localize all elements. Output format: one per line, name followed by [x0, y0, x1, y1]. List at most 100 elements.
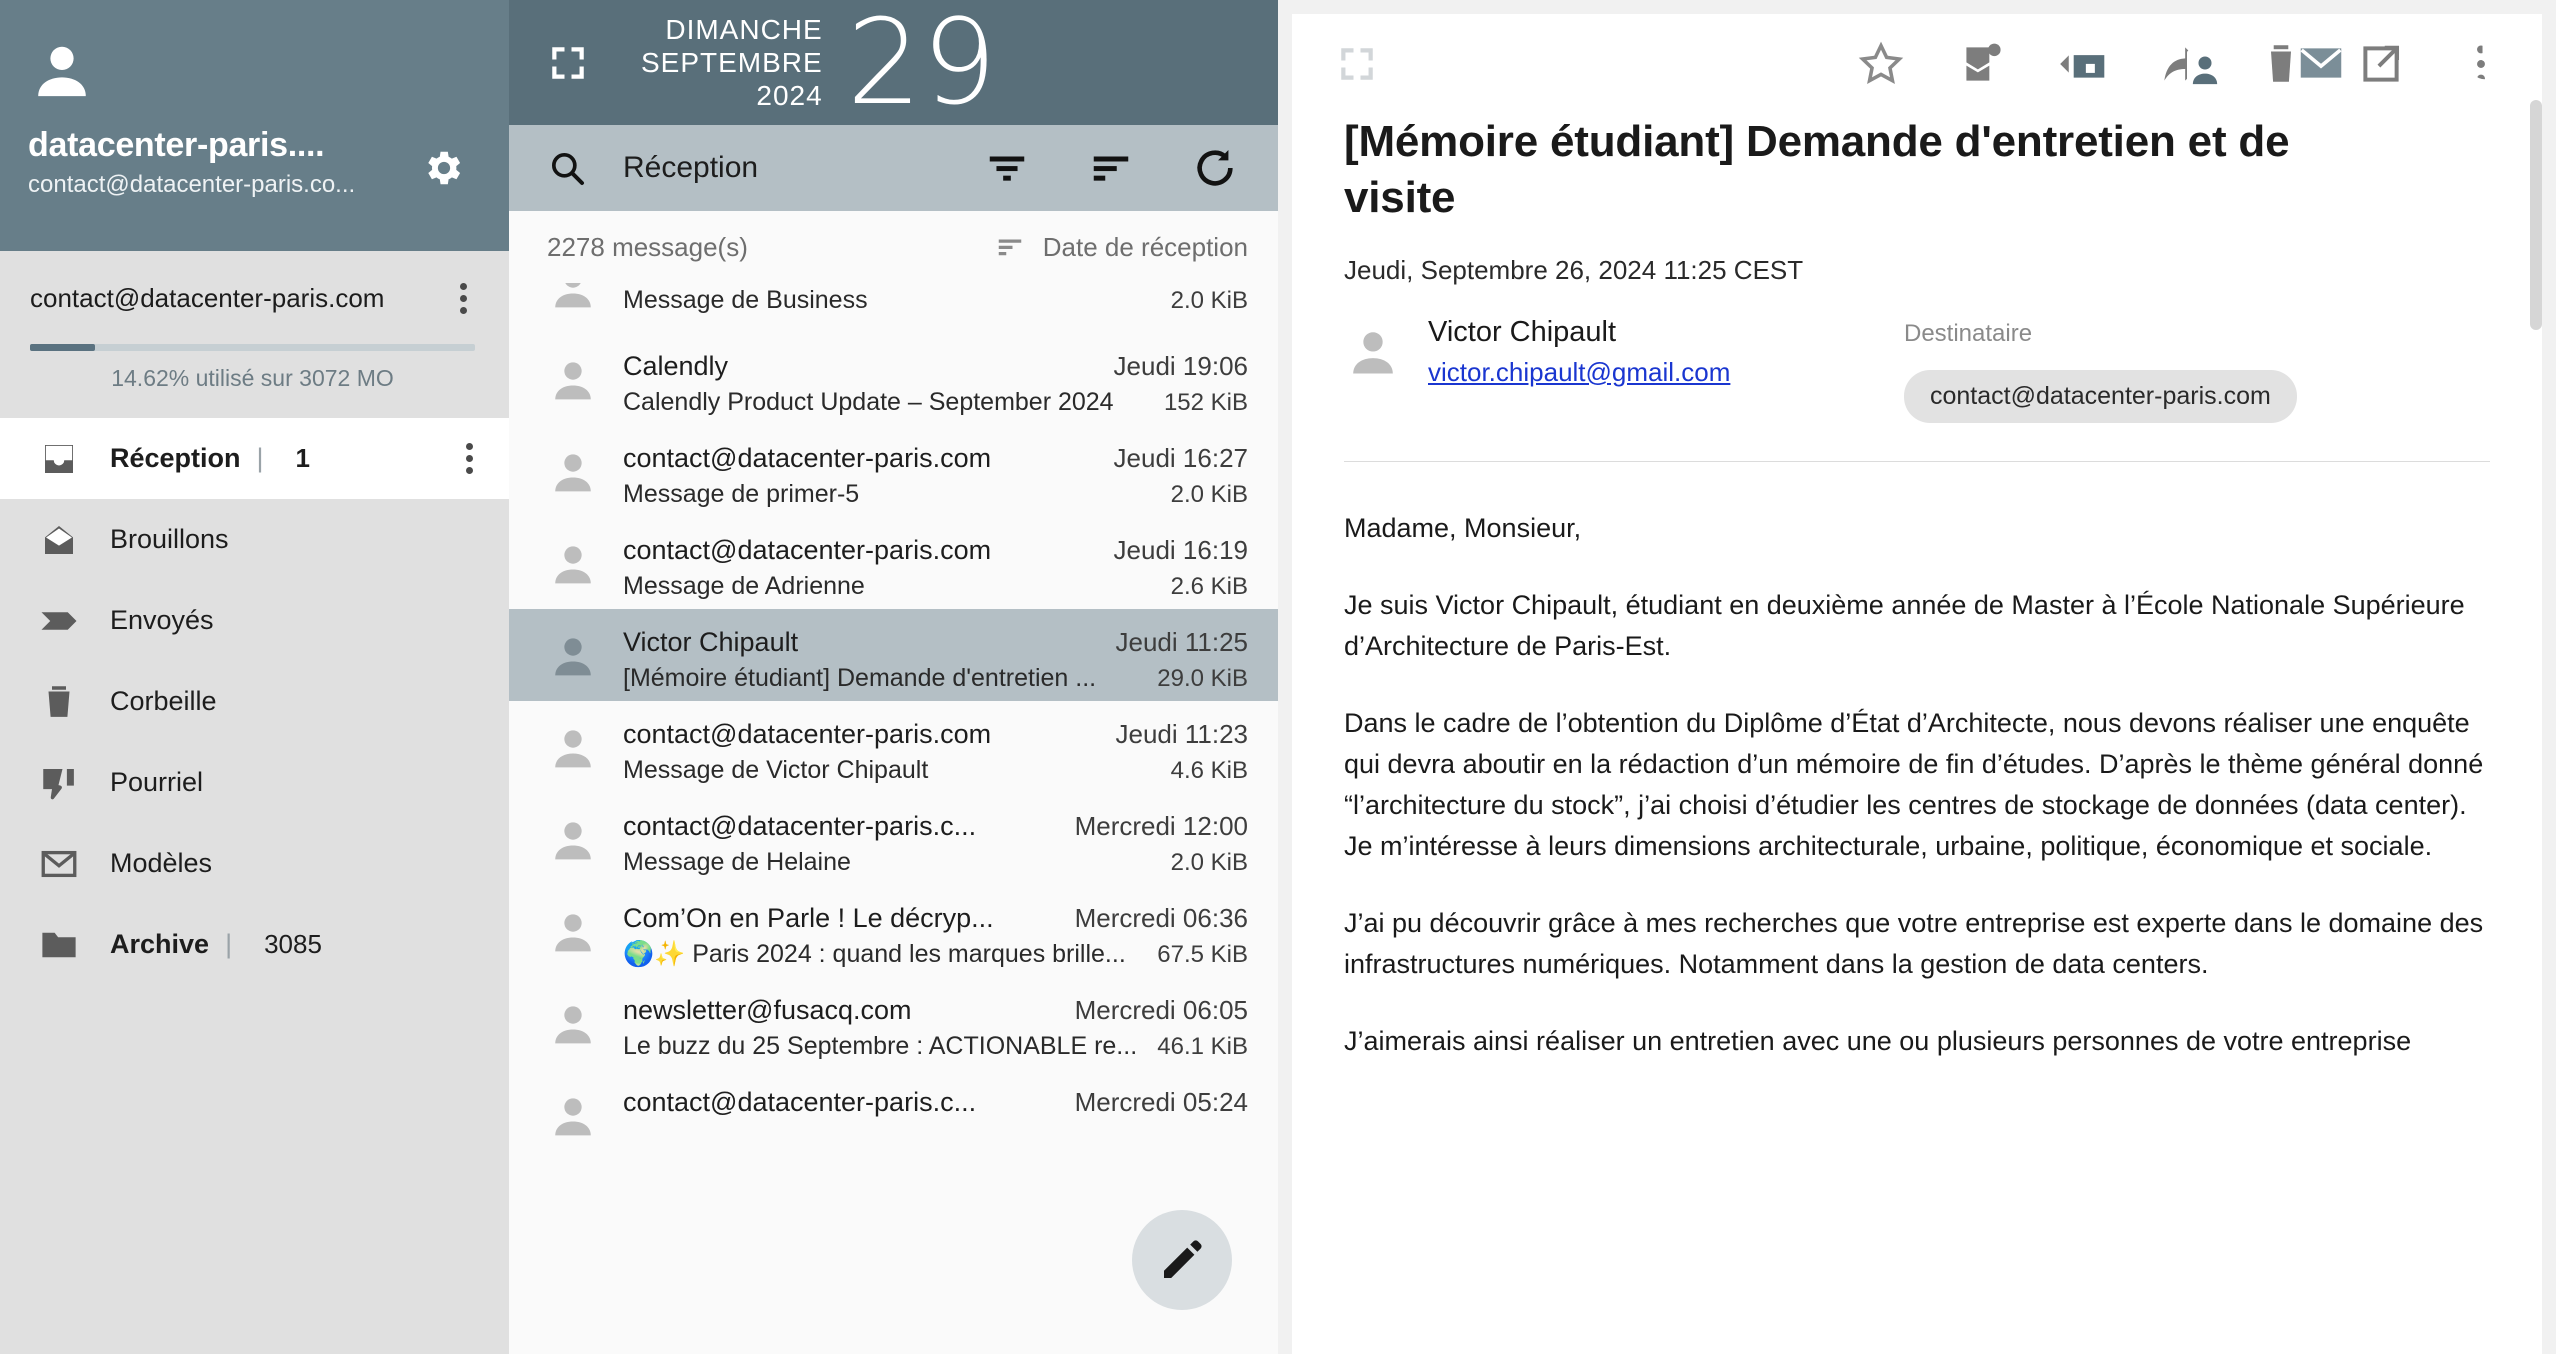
kebab-menu-icon[interactable] — [451, 277, 475, 320]
inbox-icon — [38, 438, 80, 480]
power-icon[interactable] — [2458, 36, 2512, 90]
message-list[interactable]: Message de Business 2.0 KiB Calendly Jeu… — [509, 283, 1278, 1354]
message-list-column: DIMANCHE SEPTEMBRE 2024 29 Réception 227… — [509, 0, 1278, 1354]
list-item[interactable]: Message de Business 2.0 KiB — [509, 283, 1278, 333]
message-sender: Com’On en Parle ! Le décryp... — [623, 903, 994, 933]
refresh-icon[interactable] — [1192, 145, 1238, 191]
list-item-body: Message de Business 2.0 KiB — [623, 283, 1248, 315]
list-item[interactable]: newsletter@fusacq.com Mercredi 06:05 Le … — [509, 977, 1278, 1069]
contacts-icon[interactable] — [2178, 36, 2232, 90]
calendar-icon[interactable] — [2062, 36, 2116, 90]
list-item-body: contact@datacenter-paris.com Jeudi 11:23… — [623, 719, 1248, 785]
sort-label: Date de réception — [1042, 231, 1248, 262]
top-date-bar: DIMANCHE SEPTEMBRE 2024 29 — [509, 0, 1278, 125]
sidebar-item-label: Brouillons — [110, 524, 229, 554]
list-item-line1: contact@datacenter-paris.com Jeudi 16:19 — [623, 535, 1248, 566]
pencil-icon — [1164, 1240, 1202, 1278]
message-date: Jeudi 11:25 — [1115, 627, 1248, 657]
email-date: Jeudi, Septembre 26, 2024 11:25 CEST — [1344, 254, 1804, 285]
list-item-line1: contact@datacenter-paris.c... Mercredi 1… — [623, 811, 1248, 842]
message-date: Jeudi 19:06 — [1113, 351, 1248, 381]
message-sender: contact@datacenter-paris.c... — [623, 811, 977, 841]
gear-icon[interactable] — [421, 145, 467, 191]
envelope-outline-icon — [38, 843, 80, 885]
message-size: 29.0 KiB — [1157, 665, 1248, 692]
list-item-selected[interactable]: Victor Chipault Jeudi 11:25 [Mémoire étu… — [509, 609, 1278, 701]
sidebar-item-label: Réception — [110, 443, 241, 473]
date-display: DIMANCHE SEPTEMBRE 2024 29 — [641, 3, 997, 121]
sidebar-item-pourriel[interactable]: Pourriel — [0, 742, 509, 823]
list-item[interactable]: Calendly Jeudi 19:06 Calendly Product Up… — [509, 333, 1278, 425]
sidebar-item-brouillons[interactable]: Brouillons — [0, 499, 509, 580]
folder-unread-count: 1 — [295, 443, 311, 473]
list-item-body: Calendly Jeudi 19:06 Calendly Product Up… — [623, 351, 1248, 417]
quota-email: contact@datacenter-paris.com — [30, 283, 385, 313]
sort-control[interactable]: Date de réception — [995, 232, 1248, 263]
search-input[interactable]: Réception — [623, 151, 758, 185]
sidebar-item-modeles[interactable]: Modèles — [0, 823, 509, 904]
sort-icon[interactable] — [1088, 145, 1134, 191]
filter-icon[interactable] — [984, 145, 1030, 191]
list-item-body: contact@datacenter-paris.com Jeudi 16:27… — [623, 443, 1248, 509]
message-size: 46.1 KiB — [1157, 1033, 1248, 1060]
email-paragraph: Madame, Monsieur, — [1344, 512, 1582, 543]
avatar — [547, 355, 599, 407]
list-count-bar: 2278 message(s) Date de réception — [509, 211, 1278, 283]
draft-envelope-icon — [38, 519, 80, 561]
message-sender: Victor Chipault — [623, 627, 799, 657]
recipient-chip[interactable]: contact@datacenter-paris.com — [1904, 369, 2297, 423]
sort-icon — [998, 239, 1021, 256]
send-arrow-icon — [38, 600, 80, 642]
trash-icon — [38, 681, 80, 723]
message-size: 2.0 KiB — [1170, 481, 1248, 508]
fullscreen-icon[interactable] — [547, 42, 589, 84]
list-item-line2: [Mémoire étudiant] Demande d'entretien .… — [623, 664, 1248, 693]
avatar — [547, 1091, 599, 1143]
email-recipient-block: Destinataire contact@datacenter-paris.co… — [1904, 316, 2297, 423]
list-item[interactable]: contact@datacenter-paris.c... Mercredi 1… — [509, 793, 1278, 885]
sidebar-item-reception[interactable]: Réception | 1 — [0, 418, 509, 499]
message-size: 152 KiB — [1163, 389, 1248, 416]
account-identity: datacenter-paris.... contact@datacenter-… — [28, 126, 355, 199]
message-date: Mercredi 05:24 — [1074, 1087, 1248, 1117]
avatar — [547, 815, 599, 867]
mail-icon[interactable] — [2294, 36, 2348, 90]
mark-unread-icon[interactable] — [1956, 39, 2006, 89]
list-item[interactable]: contact@datacenter-paris.c... Mercredi 0… — [509, 1069, 1278, 1161]
reader-scrollbar-thumb[interactable] — [2530, 100, 2542, 330]
avatar — [547, 723, 599, 775]
message-sender: Calendly — [623, 351, 729, 381]
recipient-label: Destinataire — [1904, 319, 2033, 347]
message-subject: Message de Business — [623, 286, 868, 314]
mail-application: datacenter-paris.... contact@datacenter-… — [0, 0, 2556, 1354]
list-item-line1: contact@datacenter-paris.com Jeudi 11:23 — [623, 719, 1248, 750]
message-size: 67.5 KiB — [1157, 941, 1248, 968]
compose-button[interactable] — [1132, 1210, 1232, 1310]
date-year: 2024 — [756, 80, 823, 111]
avatar — [547, 999, 599, 1051]
sidebar-item-envoyes[interactable]: Envoyés — [0, 580, 509, 661]
date-weekday: DIMANCHE — [665, 13, 823, 45]
reader-panel: [Mémoire étudiant] Demande d'entretien e… — [1292, 14, 2542, 1354]
search-icon[interactable] — [547, 148, 587, 188]
list-item-line2: Message de Victor Chipault 4.6 KiB — [623, 756, 1248, 785]
list-item-line2: Calendly Product Update – September 2024… — [623, 388, 1248, 417]
folder-menu-icon[interactable] — [457, 437, 481, 480]
list-item[interactable]: contact@datacenter-paris.com Jeudi 16:27… — [509, 425, 1278, 517]
fullscreen-icon[interactable] — [1336, 43, 1378, 85]
email-sender-address[interactable]: victor.chipault@gmail.com — [1428, 357, 1730, 388]
list-item-line2: Le buzz du 25 Septembre : ACTIONABLE re.… — [623, 1032, 1248, 1061]
quota-row: contact@datacenter-paris.com — [30, 277, 475, 320]
list-item[interactable]: contact@datacenter-paris.com Jeudi 11:23… — [509, 701, 1278, 793]
sidebar-item-corbeille[interactable]: Corbeille — [0, 661, 509, 742]
message-subject: Message de Adrienne — [623, 572, 865, 600]
folder-separator: | — [225, 929, 233, 959]
list-item[interactable]: contact@datacenter-paris.com Jeudi 16:19… — [509, 517, 1278, 609]
sidebar-item-archive[interactable]: Archive | 3085 — [0, 904, 509, 985]
sidebar-item-label: Pourriel — [110, 767, 204, 797]
list-item[interactable]: Com’On en Parle ! Le décryp... Mercredi … — [509, 885, 1278, 977]
avatar — [547, 447, 599, 499]
star-icon[interactable] — [1856, 39, 1906, 89]
list-item-line1: Com’On en Parle ! Le décryp... Mercredi … — [623, 903, 1248, 934]
date-month: SEPTEMBRE — [641, 46, 823, 78]
